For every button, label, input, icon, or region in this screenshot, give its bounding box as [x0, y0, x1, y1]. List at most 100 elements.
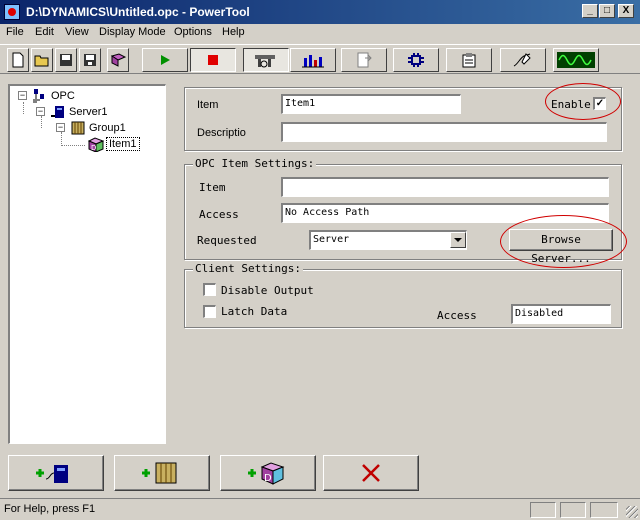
tree-connector: [61, 145, 85, 146]
delete-icon: [362, 464, 380, 482]
app-icon: [4, 4, 20, 20]
tree-label: Item1: [106, 137, 140, 151]
play-icon: [161, 55, 170, 65]
title-bar[interactable]: D:\DYNAMICS\Untitled.opc - PowerTool _ □…: [0, 0, 640, 24]
opc-item-label: Item: [199, 181, 226, 194]
properties-button[interactable]: [243, 48, 289, 72]
waveform-button[interactable]: [553, 48, 599, 72]
new-button[interactable]: [7, 48, 29, 72]
expander-server[interactable]: −: [36, 107, 45, 116]
disable-output-label: Disable Output: [221, 284, 314, 297]
status-bar: For Help, press F1: [0, 498, 640, 520]
expander-group[interactable]: −: [56, 123, 65, 132]
opc-access-label: Access: [199, 208, 239, 221]
status-pane: [530, 502, 556, 518]
tree-label: Group1: [89, 122, 126, 134]
statistics-button[interactable]: [290, 48, 336, 72]
menu-view[interactable]: View: [65, 26, 89, 38]
stop-button[interactable]: [190, 48, 236, 72]
item-name-input[interactable]: Item1: [281, 94, 461, 114]
waveform-icon: [557, 52, 595, 68]
add-group-button[interactable]: [114, 455, 210, 491]
maximize-button[interactable]: □: [599, 4, 615, 18]
menu-edit[interactable]: Edit: [35, 26, 54, 38]
save-icon: [60, 54, 72, 66]
tree-node-group1[interactable]: Group1: [70, 120, 126, 136]
save-button[interactable]: [55, 48, 77, 72]
browse-server-button[interactable]: Browse Server...: [509, 229, 613, 265]
server-icon: [51, 106, 64, 118]
delete-button[interactable]: [323, 455, 419, 491]
svg-text:D: D: [91, 144, 96, 152]
signature-button[interactable]: [500, 48, 546, 72]
opc-settings-title: OPC Item Settings:: [193, 157, 317, 170]
disable-output-checkbox[interactable]: [203, 283, 216, 296]
item-panel: Item Item1 Descriptio Enable ✓: [184, 87, 622, 151]
add-server-button[interactable]: [8, 455, 104, 491]
expander-opc[interactable]: −: [18, 91, 27, 100]
run-button[interactable]: [142, 48, 188, 72]
tree-node-item1[interactable]: D Item1: [88, 136, 140, 152]
document-button[interactable]: [446, 48, 492, 72]
network-icon: [408, 53, 424, 67]
client-access-input[interactable]: Disabled: [511, 304, 611, 324]
export-button[interactable]: [341, 48, 387, 72]
status-pane: [560, 502, 586, 518]
tree-node-server1[interactable]: Server1: [50, 104, 108, 120]
book-button[interactable]: [107, 48, 129, 72]
enable-label: Enable: [551, 98, 591, 111]
requested-value: Server: [313, 234, 350, 245]
signature-icon: [513, 53, 531, 67]
stop-icon: [208, 55, 218, 65]
latch-data-checkbox[interactable]: [203, 305, 216, 318]
resize-grip-icon[interactable]: [626, 506, 638, 518]
window-title: D:\DYNAMICS\Untitled.opc - PowerTool: [26, 5, 250, 19]
menu-help[interactable]: Help: [222, 26, 245, 38]
requested-select[interactable]: Server: [309, 230, 467, 250]
add-item-button[interactable]: D: [220, 455, 316, 491]
client-settings-group: Client Settings: Disable Output Latch Da…: [184, 262, 622, 328]
menu-options[interactable]: Options: [174, 26, 212, 38]
open-button[interactable]: [31, 48, 53, 72]
tree-connector: [23, 102, 24, 114]
status-pane: [590, 502, 618, 518]
open-icon: [34, 55, 49, 67]
chevron-down-icon[interactable]: [450, 232, 466, 248]
properties-icon: [255, 55, 275, 68]
description-input[interactable]: [281, 122, 607, 142]
item-label: Item: [197, 99, 219, 111]
menu-file[interactable]: File: [6, 26, 24, 38]
client-access-label: Access: [437, 309, 477, 322]
menu-display-mode[interactable]: Display Mode: [99, 26, 166, 38]
book-icon: [110, 53, 126, 67]
tree-connector: [61, 132, 62, 146]
new-icon: [12, 52, 24, 68]
close-button[interactable]: X: [618, 4, 634, 18]
enable-checkbox[interactable]: ✓: [593, 97, 606, 110]
opc-item-settings-group: OPC Item Settings: Item Access No Access…: [184, 157, 622, 265]
tree-view[interactable]: − OPC − Server1 − Group1 D Item1: [8, 84, 166, 444]
tree-connector: [41, 116, 42, 128]
description-label: Descriptio: [197, 127, 246, 139]
svg-text:D: D: [264, 473, 272, 484]
tree-label: OPC: [51, 90, 75, 102]
access-path-input[interactable]: No Access Path: [281, 203, 609, 223]
menu-bar: File Edit View Display Mode Options Help: [0, 24, 640, 42]
tree-label: Server1: [69, 106, 108, 118]
minimize-button[interactable]: _: [582, 4, 598, 18]
group-icon: [71, 121, 85, 135]
latch-data-label: Latch Data: [221, 305, 288, 318]
tree-node-opc[interactable]: OPC: [32, 88, 75, 104]
item-icon: D: [88, 137, 104, 152]
add-group-icon: [142, 462, 177, 484]
statistics-icon: [302, 55, 324, 68]
opc-item-input[interactable]: [281, 177, 609, 197]
toolbar: [0, 44, 640, 74]
status-text: For Help, press F1: [4, 503, 96, 515]
save-all-button[interactable]: [79, 48, 101, 72]
add-item-icon: D: [248, 462, 285, 485]
client-settings-title: Client Settings:: [193, 262, 303, 275]
network-button[interactable]: [393, 48, 439, 72]
add-server-icon: [36, 465, 68, 483]
opc-icon: [33, 89, 44, 103]
